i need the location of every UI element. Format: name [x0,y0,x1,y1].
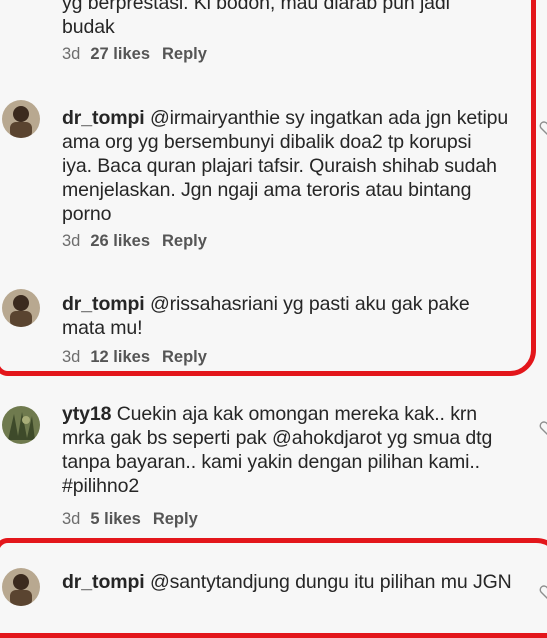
comment-text-line: @irmairyanthie sy ingatkan ada jgn ketip… [149,107,509,129]
avatar-photo [2,289,40,327]
comment-text: dr_tompi @santytandjung dungu itu piliha… [62,570,524,594]
avatar[interactable] [2,100,40,138]
comment-text: dr_tompi @irmairyanthie sy ingatkan ada … [62,106,524,226]
comment-text-line: mrka gak bs seperti pak @ahokdjarot yg s… [62,427,493,449]
comment-text-line: iya. Baca quran plajari tafsir. Quraish … [62,155,497,177]
avatar-photo [2,568,40,606]
comment-time: 3d [62,510,81,528]
heart-icon[interactable] [539,420,547,436]
comment-text-line: @santytandjung dungu itu pilihan mu JGN [149,571,512,593]
heart-icon[interactable] [539,584,547,600]
comment-username[interactable]: yty18 [62,403,111,425]
like-count[interactable]: 27 likes [90,45,150,63]
like-count[interactable]: 12 likes [90,348,150,366]
like-count[interactable]: 26 likes [90,232,150,250]
avatar[interactable] [2,406,40,444]
comment-time: 3d [62,45,81,63]
comment-text-line: porno [62,203,112,225]
comment-text-line: tanpa bayaran.. kami yakin dengan piliha… [62,451,480,473]
like-count[interactable]: 5 likes [90,510,140,528]
comment-text: yty18 Cuekin aja kak omongan mereka kak.… [62,402,524,498]
comment-meta: 3d 27 likes Reply [62,45,207,64]
comment-text-line: yg berprestasi. Ki bodoh, mau diarab pun… [62,0,450,14]
comment-text-line: @rissahasriani yg pasti aku gak pake [149,293,470,315]
heart-icon[interactable] [539,120,547,136]
comment-username[interactable]: dr_tompi [62,293,145,315]
comment-text-line: ama org yg bersembunyi dibalik doa2 tp k… [62,131,472,153]
comment-text: yg berprestasi. Ki bodoh, mau diarab pun… [62,0,524,39]
comment-meta: 3d 5 likes Reply [62,510,198,529]
comment-meta: 3d 26 likes Reply [62,232,207,251]
comment-time: 3d [62,232,81,250]
comment-text-line: Cuekin aja kak omongan mereka kak.. krn [116,403,477,425]
reply-button[interactable]: Reply [153,510,198,528]
avatar[interactable] [2,289,40,327]
comment-text-line: #pilihno2 [62,475,140,497]
avatar-photo [2,100,40,138]
comment-text: dr_tompi @rissahasriani yg pasti aku gak… [62,292,524,340]
comment-username[interactable]: dr_tompi [62,107,145,129]
reply-button[interactable]: Reply [162,348,207,366]
comment-username[interactable]: dr_tompi [62,571,145,593]
comment-text-line: budak [62,16,115,38]
comment-meta: 3d 12 likes Reply [62,348,207,367]
avatar[interactable] [2,568,40,606]
avatar-photo [2,406,40,444]
comment-text-line: menjelaskan. Jgn ngaji ama teroris atau … [62,179,472,201]
reply-button[interactable]: Reply [162,45,207,63]
comment-text-line: mata mu! [62,317,143,339]
reply-button[interactable]: Reply [162,232,207,250]
comment-time: 3d [62,348,81,366]
